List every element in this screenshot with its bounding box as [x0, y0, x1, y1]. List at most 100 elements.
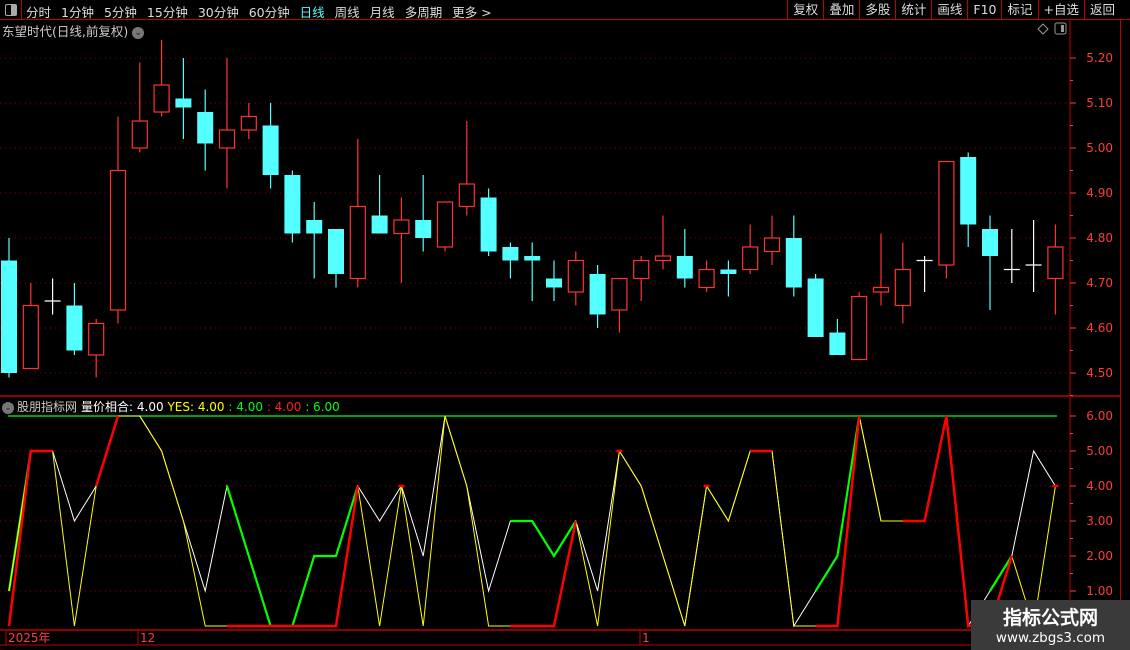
candle-body-down: [720, 269, 737, 274]
candle: [633, 256, 650, 301]
layout-toggle-icon-fill: [1061, 25, 1064, 32]
side-panel-strip[interactable]: [1120, 20, 1130, 650]
candle-body-up: [436, 201, 454, 248]
watermark-title: 指标公式网: [1002, 607, 1098, 629]
candle: [306, 202, 323, 279]
date-label-month: 12: [140, 631, 155, 645]
candle-body-up: [567, 259, 584, 293]
price-axis-label: 5.00: [1086, 141, 1113, 155]
indicator-green-segment: [989, 555, 1013, 592]
candle-body-up: [458, 183, 475, 208]
price-axis-label: 4.70: [1086, 276, 1113, 290]
candle: [982, 215, 998, 310]
candle: [458, 121, 475, 216]
indicator-axis-label: 2.00: [1086, 549, 1113, 563]
candle: [916, 256, 933, 292]
candle-body-up: [349, 205, 366, 280]
candle: [720, 260, 737, 297]
candle-body-up: [763, 237, 781, 253]
candle: [175, 58, 192, 139]
indicator-red-line: [95, 415, 120, 487]
candle-body-down: [829, 332, 846, 355]
candle: [546, 260, 562, 301]
candle-body-up: [218, 129, 236, 149]
indicator-axis-label: 6.00: [1086, 409, 1113, 423]
candle-body-down: [589, 274, 606, 315]
candle-body-up: [88, 322, 105, 356]
candle: [807, 274, 824, 337]
candle: [415, 175, 432, 252]
candle-body-up: [240, 115, 257, 131]
candle: [785, 215, 802, 297]
candle: [829, 319, 846, 355]
layout-toggle-icon[interactable]: [1054, 22, 1067, 35]
candle-body-up: [654, 255, 672, 262]
candle-body-up: [698, 268, 715, 289]
price-axis-label: 5.20: [1086, 51, 1113, 65]
candle-body-up: [1047, 246, 1064, 280]
candle: [153, 40, 170, 117]
candle-body-up: [851, 295, 868, 361]
candle: [1, 238, 17, 378]
candle: [436, 201, 454, 252]
date-label-month: 1: [642, 631, 650, 645]
candle: [262, 103, 279, 189]
date-label-year: 2025年: [8, 631, 51, 645]
candle: [328, 229, 344, 288]
candle-body-up: [153, 84, 170, 113]
candle: [698, 260, 715, 292]
candle: [611, 277, 628, 333]
candle: [567, 251, 584, 306]
price-axis-label: 4.50: [1086, 366, 1113, 380]
indicator-axis-label: 4.00: [1086, 479, 1113, 493]
candle-body-down: [676, 256, 693, 279]
candle-body-down: [306, 220, 323, 234]
indicator-red-line: [815, 415, 861, 628]
candle: [66, 283, 83, 355]
candle-body-up: [393, 219, 410, 235]
chart-canvas[interactable]: 5.20 5.10 5.00 4.90 4.80 4.70 4.60 4.50 6.00 5.00…: [0, 0, 1130, 650]
candle-body-down: [415, 220, 432, 238]
candle-body-up: [131, 120, 148, 149]
candle: [654, 215, 672, 270]
candle-body-up: [938, 160, 955, 266]
diamond-icon[interactable]: [1037, 23, 1049, 35]
candle-body-down: [371, 215, 388, 234]
candle-body-up: [872, 286, 890, 293]
candle: [131, 62, 148, 153]
candle-body-up: [22, 304, 39, 370]
candle: [851, 292, 868, 361]
candle: [1003, 229, 1020, 283]
candle-body-down: [546, 278, 562, 288]
candle: [349, 139, 366, 288]
candle-body-down: [284, 175, 301, 234]
price-axis-label: 5.10: [1086, 96, 1113, 110]
indicator-axis-label: 1.00: [1086, 584, 1113, 598]
candle: [524, 242, 541, 301]
candle-body-down: [197, 112, 214, 144]
indicator-green-segment: [510, 519, 577, 559]
candle-body-down: [960, 157, 977, 225]
candle-body-down: [66, 305, 83, 351]
candle-body-up: [611, 277, 628, 311]
candle: [109, 116, 127, 324]
candle-body-up: [742, 246, 759, 271]
indicator-axis-label: 5.00: [1086, 444, 1113, 458]
watermark: 指标公式网 www.zbgs3.com: [971, 600, 1130, 650]
candle-body-up: [109, 169, 127, 311]
candle-body-down: [480, 197, 497, 252]
candle-body-down: [807, 278, 824, 337]
watermark-url: www.zbgs3.com: [995, 630, 1106, 646]
indicator-red-line: [7, 449, 53, 627]
candle-body-down: [1, 260, 17, 373]
candle: [480, 188, 497, 256]
price-axis-label: 4.60: [1086, 321, 1113, 335]
candle-body-down: [502, 247, 519, 261]
candle-body-down: [175, 98, 192, 108]
indicator-green-segment: [814, 415, 861, 592]
price-axis-label: 4.90: [1086, 186, 1113, 200]
price-axis-label: 4.80: [1086, 231, 1113, 245]
candle-body-down: [262, 125, 279, 175]
candle-body-up: [633, 259, 650, 280]
candle: [894, 242, 911, 324]
